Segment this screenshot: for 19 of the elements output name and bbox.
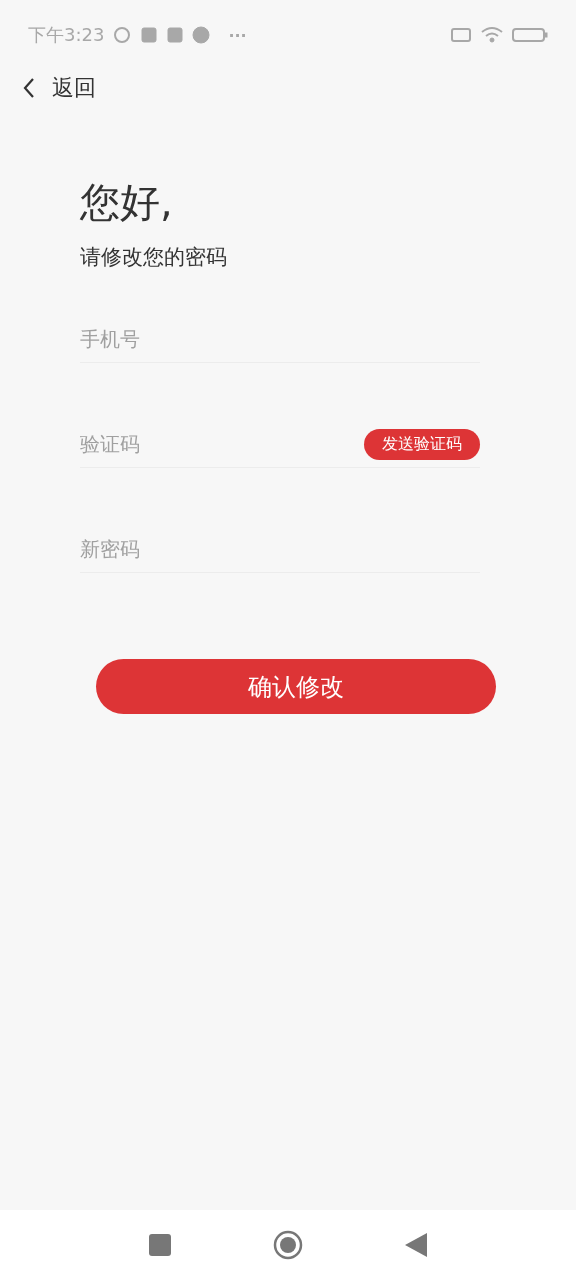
greeting: 您好, [80, 178, 174, 227]
input-field[interactable]: 验证码 [80, 424, 364, 464]
battery-icon [512, 26, 548, 44]
send-code-button[interactable]: 发送验证码 [364, 428, 480, 460]
back-icon [22, 77, 36, 99]
confirm-button[interactable]: 确认修改 [96, 659, 496, 714]
input-field[interactable]: 新密码 [80, 529, 480, 569]
wifi-icon [480, 26, 504, 44]
notification-icon [112, 26, 133, 44]
subtitle: 请修改您的密码 [80, 244, 228, 271]
more-notifications: ··· [228, 25, 247, 45]
back-nav-icon[interactable] [405, 1233, 427, 1257]
app-icon [140, 26, 159, 44]
input-field[interactable]: 手机号 [80, 319, 480, 359]
app-icon [166, 26, 185, 44]
home-icon[interactable] [273, 1230, 303, 1260]
screen-icon [450, 26, 472, 44]
back-button[interactable]: 返回 [0, 70, 96, 106]
status-time: 下午3:23 [28, 23, 105, 47]
